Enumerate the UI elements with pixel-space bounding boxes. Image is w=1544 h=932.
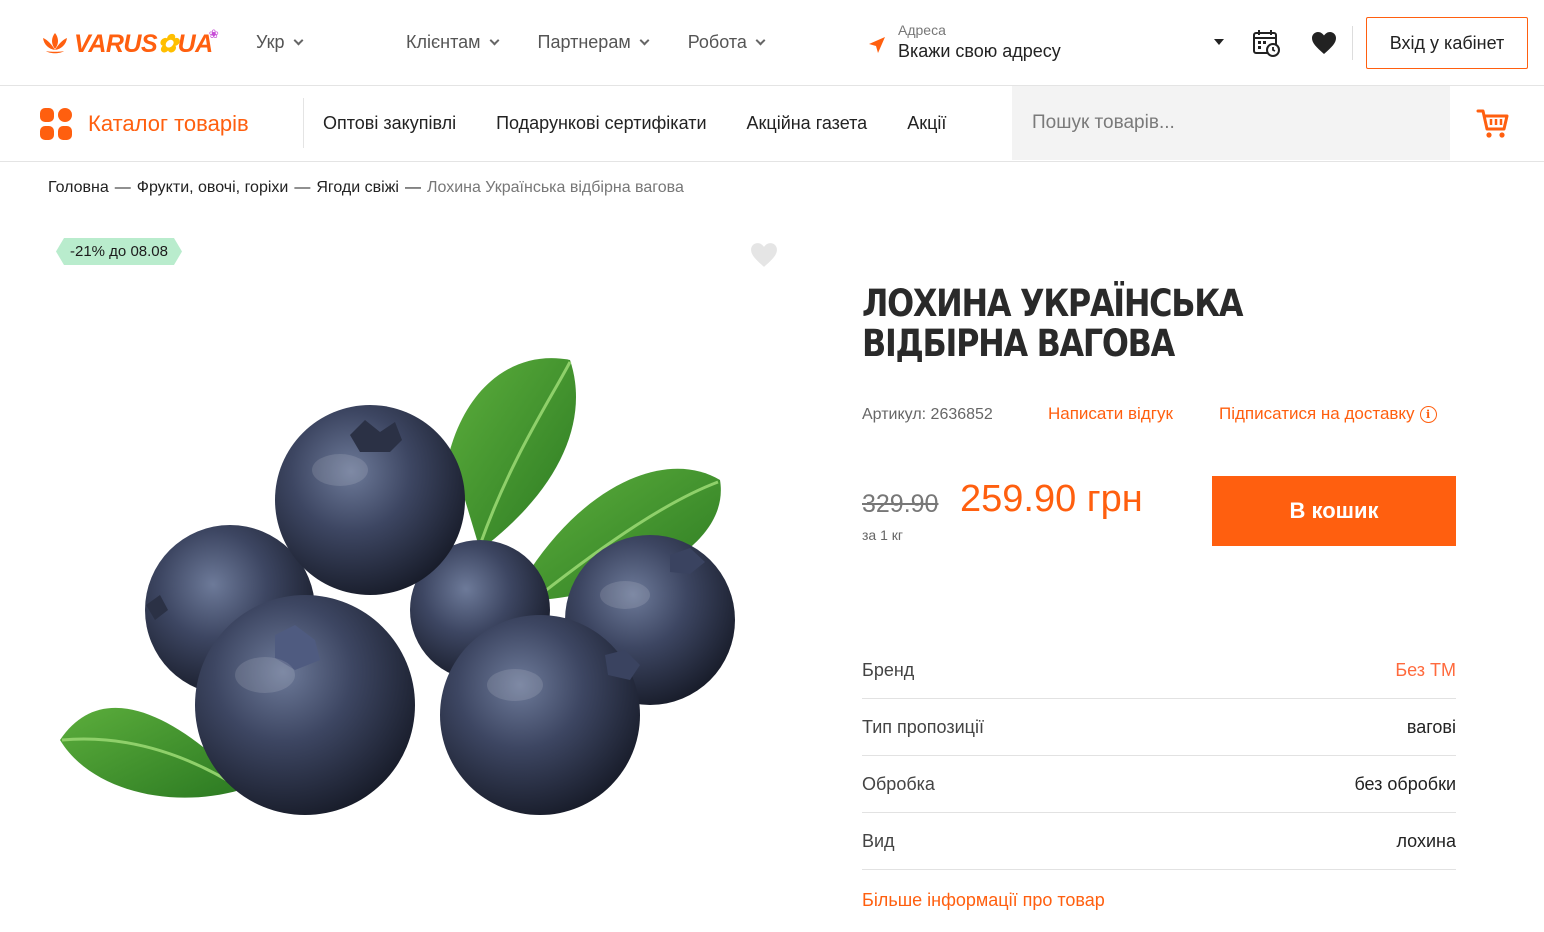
attribute-value: вагові [1406, 716, 1456, 737]
old-price: 329.90 [862, 490, 939, 518]
product-image-blueberries [60, 358, 735, 815]
attribute-key: Вид [862, 830, 895, 851]
nav-gift-certificates[interactable]: Подарункові сертифікати [496, 113, 706, 134]
catalog-button[interactable]: Каталог товарів [40, 108, 249, 140]
discount-badge: -21% до 08.08 [56, 238, 182, 265]
address-dropdown-caret-icon[interactable] [1214, 39, 1224, 45]
address-label: Адреса [898, 22, 946, 38]
address-selector[interactable]: Адреса Вкажи свою адресу [868, 22, 1061, 63]
brand-link[interactable]: Без ТМ [1395, 660, 1456, 681]
attribute-value: лохина [1396, 830, 1456, 851]
price-unit: за 1 кг [862, 527, 904, 543]
nav-promo-newspaper[interactable]: Акційна газета [747, 113, 868, 134]
attribute-row: Тип пропозиції вагові [862, 699, 1456, 756]
topnav-partners[interactable]: Партнерам [537, 32, 650, 53]
language-selector[interactable]: Укр [256, 32, 303, 53]
attribute-row: Вид лохина [862, 813, 1456, 870]
breadcrumb-home[interactable]: Головна [48, 179, 109, 197]
attribute-key: Обробка [862, 773, 935, 794]
more-product-info-link[interactable]: Більше інформації про товар [862, 890, 1105, 911]
attribute-row: Бренд Без ТМ [862, 642, 1456, 699]
breadcrumb-fruits[interactable]: Фрукти, овочі, горіхи [137, 179, 289, 197]
breadcrumb: Головна — Фрукти, овочі, горіхи — Ягоди … [48, 179, 684, 197]
varus-logo[interactable]: VARUS✿UA ❀ [40, 27, 219, 60]
write-review-link[interactable]: Написати відгук [1048, 404, 1173, 424]
nav-wholesale[interactable]: Оптові закупівлі [323, 113, 456, 134]
search-input[interactable] [1012, 86, 1450, 160]
login-button[interactable]: Вхід у кабінет [1366, 17, 1528, 69]
top-nav: Клієнтам Партнерам Робота [406, 32, 804, 53]
product-sku: Артикул: 2636852 [862, 406, 993, 423]
product-attributes: Бренд Без ТМ Тип пропозиції вагові Оброб… [862, 642, 1456, 870]
breadcrumb-separator: — [294, 179, 311, 196]
chevron-down-icon [489, 35, 499, 46]
logo-wordmark: VARUS✿UA [74, 30, 213, 58]
cart-icon[interactable] [1476, 106, 1510, 140]
attribute-key: Тип пропозиції [862, 716, 984, 737]
attribute-key: Бренд [862, 659, 915, 680]
add-to-cart-button[interactable]: В кошик [1212, 476, 1456, 546]
language-label: Укр [256, 32, 285, 52]
breadcrumb-separator: — [114, 179, 131, 196]
nav-promotions[interactable]: Акції [907, 113, 946, 134]
chevron-down-icon [639, 35, 650, 46]
info-icon[interactable]: i [1419, 405, 1437, 423]
breadcrumb-berries[interactable]: Ягоди свіжі [316, 179, 399, 197]
subscribe-delivery-label: Підписатися на доставку [1219, 404, 1415, 423]
topnav-partners-label: Партнерам [537, 32, 631, 52]
chevron-down-icon [293, 35, 303, 46]
header-divider [1352, 26, 1353, 60]
main-nav-links: Оптові закупівлі Подарункові сертифікати… [323, 113, 986, 134]
topnav-clients-label: Клієнтам [406, 32, 481, 52]
catalog-grid-icon [40, 108, 72, 140]
heart-icon[interactable] [1311, 30, 1337, 56]
breadcrumb-separator: — [404, 179, 421, 196]
location-arrow-icon [869, 37, 885, 53]
subscribe-delivery-link[interactable]: Підписатися на доставку i [1219, 404, 1437, 424]
current-price: 259.90 грн [960, 478, 1143, 520]
calendar-icon[interactable] [1251, 28, 1281, 58]
logo-flower-icon: ❀ [208, 27, 219, 41]
favorite-heart-icon[interactable] [750, 242, 778, 268]
breadcrumb-current: Лохина Українська відбірна вагова [426, 179, 684, 196]
address-value: Вкажи свою адресу [898, 41, 1061, 61]
attribute-value: без обробки [1354, 773, 1456, 794]
topnav-jobs[interactable]: Робота [687, 32, 766, 53]
catalog-label: Каталог товарів [88, 111, 249, 136]
navbar-divider [303, 98, 304, 148]
top-header: VARUS✿UA ❀ Укр Клієнтам Партнерам Робота… [0, 0, 1544, 86]
chevron-down-icon [755, 35, 766, 46]
main-navbar: Каталог товарів Оптові закупівлі Подарун… [0, 86, 1544, 162]
product-title: ЛОХИНА УКРАЇНСЬКА ВІДБІРНА ВАГОВА [862, 282, 1244, 365]
topnav-jobs-label: Робота [687, 32, 747, 52]
attribute-row: Обробка без обробки [862, 756, 1456, 813]
topnav-clients[interactable]: Клієнтам [406, 32, 499, 53]
logo-lotus-icon [43, 33, 67, 54]
